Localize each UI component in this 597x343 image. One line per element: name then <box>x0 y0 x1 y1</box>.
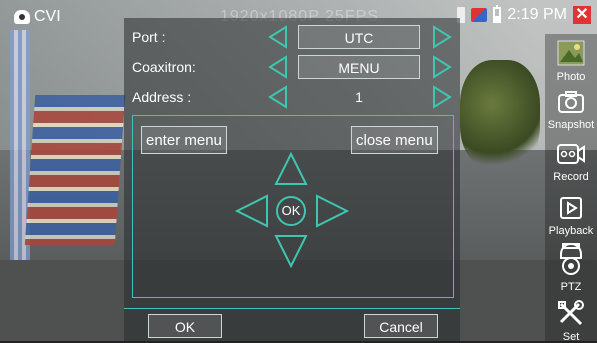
enter-menu-button[interactable]: enter menu <box>141 126 227 154</box>
coaxitron-row: Coaxitron: MENU <box>124 52 460 82</box>
ptz-camera-icon <box>545 242 597 279</box>
set-label: Set <box>562 331 580 343</box>
port-prev-arrow-icon[interactable] <box>266 25 290 49</box>
playback-label: Playback <box>548 225 594 237</box>
ptz-tool[interactable]: PTZ <box>545 242 597 293</box>
address-value: 1 <box>355 89 363 105</box>
address-prev-arrow-icon[interactable] <box>266 85 290 109</box>
left-arrow-icon[interactable] <box>234 194 269 233</box>
camera-icon <box>545 90 597 117</box>
battery-icon <box>493 5 502 23</box>
coaxitron-prev-arrow-icon[interactable] <box>266 55 290 79</box>
port-value: UTC <box>298 25 420 49</box>
snapshot-tool[interactable]: Snapshot <box>545 90 597 131</box>
snapshot-label: Snapshot <box>547 119 595 131</box>
record-label: Record <box>553 171 589 183</box>
brand: CVI <box>14 8 61 26</box>
photo-icon <box>545 40 597 69</box>
down-arrow-icon[interactable] <box>274 234 308 273</box>
close-icon[interactable]: ✕ <box>573 6 591 24</box>
background-magazine-rack <box>24 95 126 245</box>
address-label: Address : <box>132 89 192 105</box>
play-icon <box>545 196 597 223</box>
ptz-ok-button[interactable]: OK <box>276 196 306 226</box>
tools-icon <box>545 300 597 329</box>
cancel-button[interactable]: Cancel <box>364 314 438 338</box>
address-next-arrow-icon[interactable] <box>430 85 454 109</box>
settings-tool[interactable]: Set <box>545 300 597 343</box>
photo-tool[interactable]: Photo <box>545 40 597 83</box>
right-arrow-icon[interactable] <box>315 194 350 233</box>
right-toolbar: Photo Snapshot Record Playback PTZ Set <box>545 34 597 343</box>
photo-label: Photo <box>556 71 586 83</box>
port-next-arrow-icon[interactable] <box>430 25 454 49</box>
brand-label: CVI <box>34 8 61 25</box>
coaxitron-next-arrow-icon[interactable] <box>430 55 454 79</box>
background-plant <box>460 60 540 170</box>
video-icon <box>545 142 597 169</box>
coaxitron-value: MENU <box>298 55 420 79</box>
address-row: Address : 1 <box>124 82 460 112</box>
status-right: 2:19 PM ✕ <box>457 5 591 24</box>
clock: 2:19 PM <box>507 6 567 23</box>
notification-icon <box>471 8 488 22</box>
record-tool[interactable]: Record <box>545 142 597 183</box>
ok-button[interactable]: OK <box>148 314 222 338</box>
port-row: Port : UTC <box>124 22 460 52</box>
port-label: Port : <box>132 29 166 45</box>
dialog-divider <box>124 308 460 309</box>
camera-logo-icon <box>14 10 30 24</box>
up-arrow-icon[interactable] <box>274 151 308 191</box>
ptz-label: PTZ <box>560 281 582 293</box>
playback-tool[interactable]: Playback <box>545 196 597 237</box>
close-menu-button[interactable]: close menu <box>351 126 438 154</box>
ptz-settings-dialog: Port : UTC Coaxitron: MENU Address : 1 e… <box>124 18 460 341</box>
coaxitron-label: Coaxitron: <box>132 59 196 75</box>
ptz-control-panel: enter menu close menu OK <box>132 115 454 298</box>
